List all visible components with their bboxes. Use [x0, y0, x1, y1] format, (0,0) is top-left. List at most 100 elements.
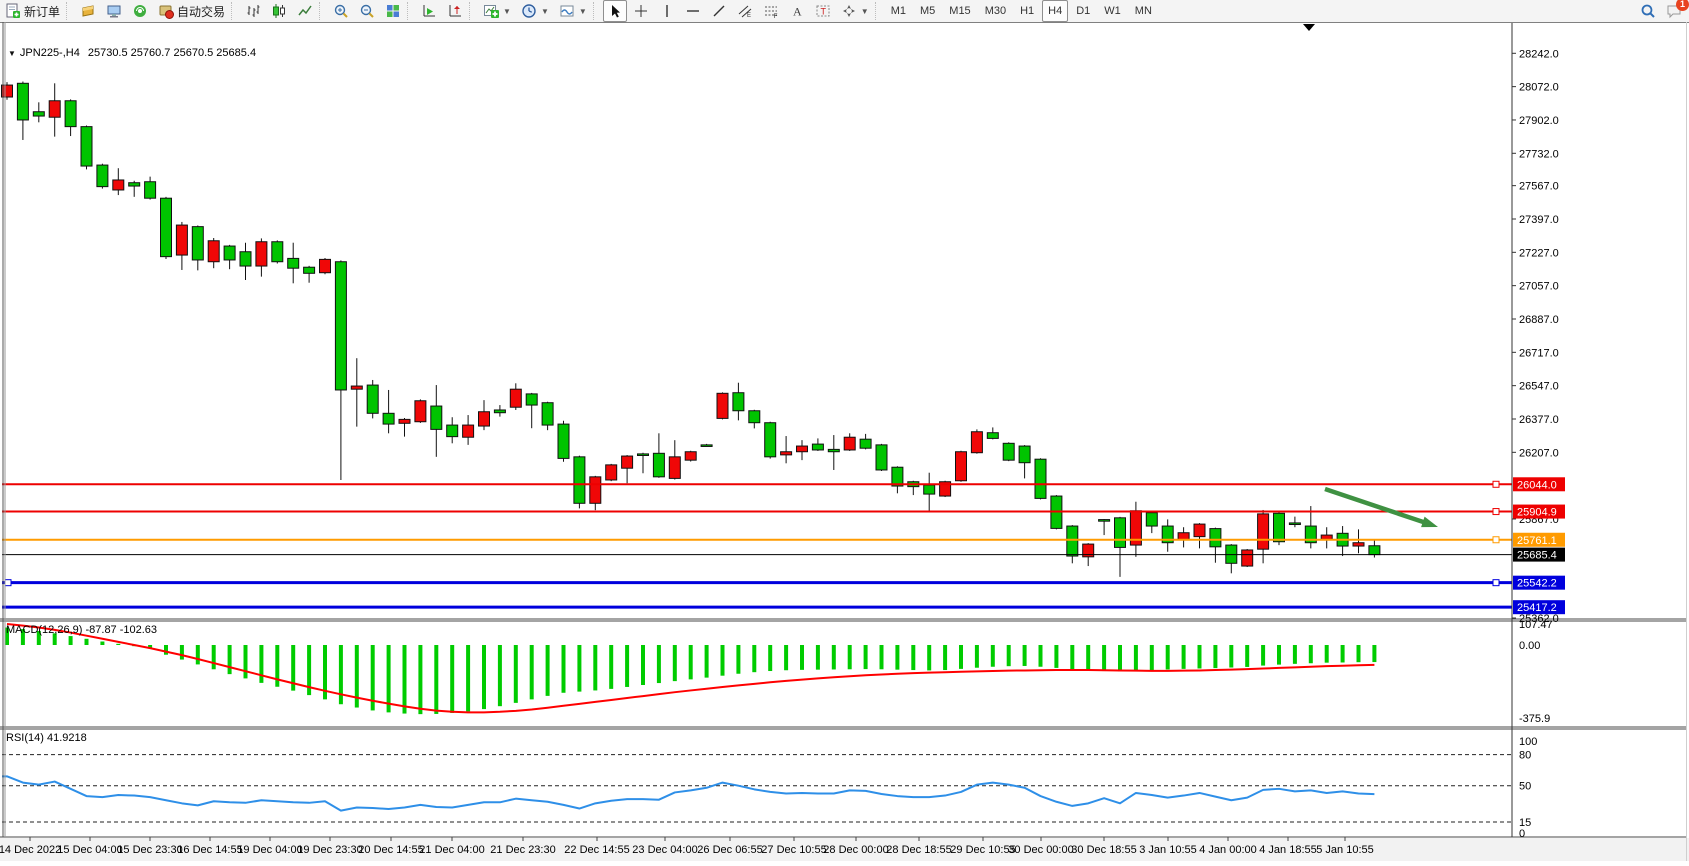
line-handle[interactable]	[5, 580, 11, 586]
candle-body-up	[844, 437, 855, 450]
candle-body-down	[892, 467, 903, 486]
timeframe-m1[interactable]: M1	[885, 0, 912, 22]
indicators-button[interactable]: ▼	[479, 0, 515, 22]
templates-button[interactable]: ▼	[555, 0, 591, 22]
time-tick-label: 20 Dec 14:55	[358, 844, 423, 856]
trendline-icon	[711, 3, 727, 19]
bar-chart-button[interactable]	[241, 0, 265, 22]
macd-bar	[1182, 645, 1186, 669]
macd-bar	[1261, 645, 1265, 666]
gold-icon	[80, 3, 96, 19]
periods-button[interactable]: ▼	[517, 0, 553, 22]
line-handle[interactable]	[1493, 481, 1499, 487]
market-watch-button[interactable]	[128, 0, 152, 22]
chart-window-button[interactable]	[76, 0, 100, 22]
timeframe-m15[interactable]: M15	[943, 0, 976, 22]
macd-bar	[164, 645, 168, 655]
macd-bar	[1325, 645, 1329, 663]
timeframe-mn[interactable]: MN	[1129, 0, 1158, 22]
profile-button[interactable]	[102, 0, 126, 22]
candle-body-up	[320, 259, 331, 272]
macd-bar	[116, 644, 120, 645]
time-tick-label: 16 Dec 14:55	[177, 844, 242, 856]
price-line-badge-label: 25417.2	[1517, 602, 1557, 614]
time-axis[interactable]: 14 Dec 202215 Dec 04:0015 Dec 23:3016 De…	[0, 837, 1689, 861]
candle-body-up	[971, 432, 982, 453]
doc-plus-icon	[5, 3, 21, 19]
horizontal-line-button[interactable]	[681, 0, 705, 22]
macd-bar	[864, 645, 868, 669]
cursor-button[interactable]	[603, 0, 627, 22]
fibonacci-button[interactable]: F	[759, 0, 783, 22]
time-tick-label: 5 Jan 10:55	[1316, 844, 1374, 856]
candlestick-chart-button[interactable]	[267, 0, 291, 22]
chevron-down-icon[interactable]: ▼	[541, 7, 549, 16]
timeframe-h1[interactable]: H1	[1014, 0, 1040, 22]
tile-windows-button[interactable]	[381, 0, 405, 22]
timeframe-m5[interactable]: M5	[914, 0, 941, 22]
line-handle[interactable]	[1493, 509, 1499, 515]
time-tick-label: 23 Dec 04:00	[632, 844, 697, 856]
rsi-axis-label: 80	[1519, 750, 1531, 762]
textA-icon: A	[789, 3, 805, 19]
chart-window[interactable]: 28242.028072.027902.027732.027567.027397…	[0, 22, 1689, 861]
macd-bar	[69, 636, 73, 645]
candle-body-down	[383, 413, 394, 424]
chat-button[interactable]: 1	[1662, 0, 1686, 22]
text-button[interactable]: A	[785, 0, 809, 22]
line-chart-button[interactable]	[293, 0, 317, 22]
chart-canvas[interactable]: 28242.028072.027902.027732.027567.027397…	[0, 22, 1689, 861]
vertical-line-button[interactable]	[655, 0, 679, 22]
price-tick-label: 27732.0	[1519, 148, 1559, 160]
chevron-down-icon[interactable]: ▼	[861, 7, 869, 16]
candle-body-down	[81, 127, 92, 166]
chevron-down-icon[interactable]: ▼	[579, 7, 587, 16]
candle-body-down	[129, 183, 140, 186]
line-handle[interactable]	[1493, 580, 1499, 586]
line-handle[interactable]	[1493, 537, 1499, 543]
price-line-badge-label: 25761.1	[1517, 535, 1557, 547]
text-label-button[interactable]: T	[811, 0, 835, 22]
price-line-badge-label: 26044.0	[1517, 479, 1557, 491]
toolbar-separator	[231, 2, 239, 20]
time-tick-label: 3 Jan 10:55	[1139, 844, 1197, 856]
timeframe-w1[interactable]: W1	[1098, 0, 1127, 22]
time-tick-label: 4 Jan 00:00	[1199, 844, 1257, 856]
candle-body-up	[1242, 550, 1253, 566]
candle-body-down	[1369, 546, 1380, 555]
price-tick-label: 27397.0	[1519, 214, 1559, 226]
candle-body-down	[33, 112, 44, 116]
trendline-button[interactable]	[707, 0, 731, 22]
signal-icon	[132, 3, 148, 19]
candle-body-down	[431, 406, 442, 429]
candle-body-down	[1274, 513, 1285, 541]
timeframe-h4[interactable]: H4	[1042, 0, 1068, 22]
candle-body-down	[1003, 443, 1014, 460]
candle-body-up	[256, 242, 267, 266]
macd-bar	[816, 645, 820, 670]
arrows-button[interactable]: ▼	[837, 0, 873, 22]
candle-body-down	[749, 411, 760, 423]
crosshair-button[interactable]	[629, 0, 653, 22]
timeframe-group: M1M5M15M30H1H4D1W1MN	[884, 0, 1159, 22]
macd-bar	[1213, 645, 1217, 668]
search-button[interactable]	[1636, 0, 1660, 22]
symbol-dropdown-icon[interactable]: ▼	[8, 49, 16, 58]
auto-scroll-button[interactable]	[417, 0, 441, 22]
macd-bar	[403, 645, 407, 714]
zoom-out-button[interactable]	[355, 0, 379, 22]
chevron-down-icon[interactable]: ▼	[503, 7, 511, 16]
timeframe-d1[interactable]: D1	[1070, 0, 1096, 22]
new-order-button[interactable]: 新订单	[1, 0, 64, 22]
macd-bar	[450, 645, 454, 713]
macd-bar	[848, 645, 852, 669]
autotrading-button[interactable]: 自动交易	[154, 0, 229, 22]
timeframe-m30[interactable]: M30	[979, 0, 1012, 22]
price-line-badge-label: 25904.9	[1517, 507, 1557, 519]
macd-bar	[434, 645, 438, 714]
chart-shift-button[interactable]	[443, 0, 467, 22]
equidistant-channel-button[interactable]: E	[733, 0, 757, 22]
candle-body-up	[415, 401, 426, 422]
candle-body-up	[510, 389, 521, 407]
zoom-in-button[interactable]	[329, 0, 353, 22]
